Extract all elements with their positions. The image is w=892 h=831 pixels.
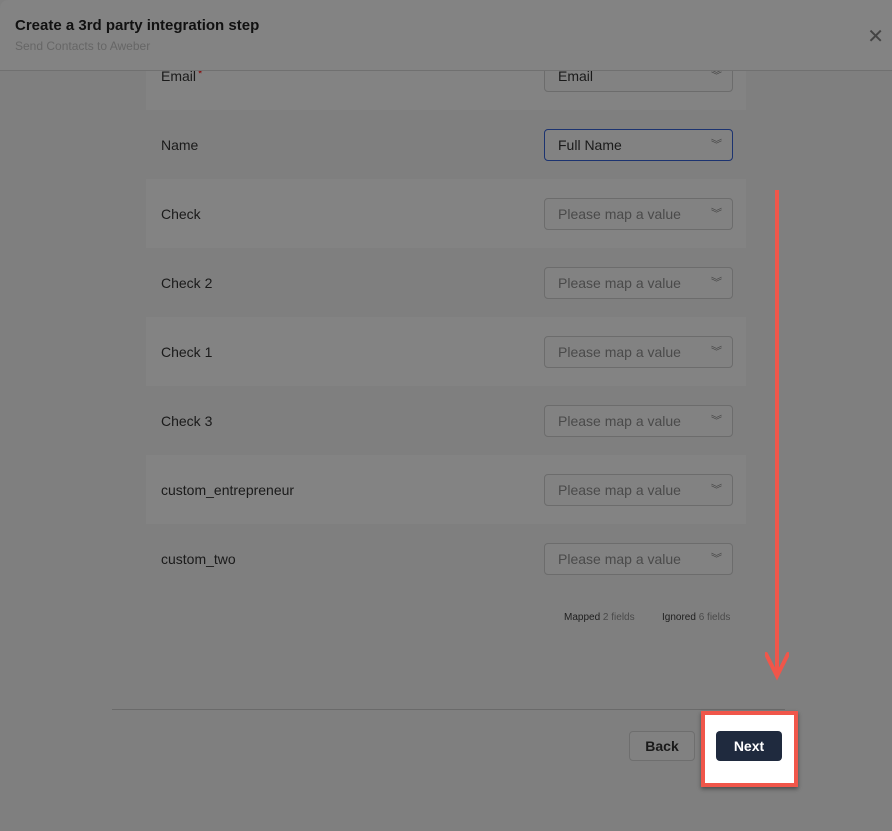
- field-label: Check 2: [161, 275, 212, 291]
- field-label-text: Check 1: [161, 343, 213, 360]
- select-value: Please map a value: [558, 481, 681, 498]
- field-mapping-row: custom_two Please map a value ︾: [146, 524, 746, 593]
- field-mapping-row: custom_entrepreneur Please map a value ︾: [146, 455, 746, 524]
- field-label-text: custom_two: [161, 550, 236, 567]
- field-label: custom_entrepreneur: [161, 482, 294, 498]
- select-value: Please map a value: [558, 343, 681, 360]
- chevron-down-icon: ︾: [711, 138, 722, 151]
- chevron-down-icon: ︾: [711, 345, 722, 358]
- field-mapping-row: Check 1 Please map a value ︾: [146, 317, 746, 386]
- close-icon[interactable]: ✕: [867, 24, 884, 49]
- field-mapping-row: Name Full Name ︾: [146, 110, 746, 179]
- field-mapping-row: Check 2 Please map a value ︾: [146, 248, 746, 317]
- field-label-text: Name: [161, 136, 199, 153]
- select-value: Please map a value: [558, 550, 681, 567]
- field-label: Name: [161, 137, 198, 153]
- select-value: Full Name: [558, 136, 622, 153]
- select-value: Please map a value: [558, 274, 681, 291]
- next-button[interactable]: Next: [716, 731, 782, 761]
- chevron-down-icon: ︾: [711, 276, 722, 289]
- field-value-select[interactable]: Please map a value ︾: [544, 197, 733, 230]
- chevron-down-icon: ︾: [711, 483, 722, 496]
- field-label: custom_two: [161, 551, 236, 567]
- field-value-select[interactable]: Full Name ︾: [544, 128, 733, 161]
- modal-subtitle: Send Contacts to Aweber: [15, 39, 151, 53]
- mapped-count: Mapped 2 fields: [564, 612, 635, 623]
- field-label: Check 3: [161, 413, 212, 429]
- ignored-count: Ignored 6 fields: [662, 612, 730, 623]
- field-value-select[interactable]: Please map a value ︾: [544, 473, 733, 506]
- field-label: Check: [161, 206, 201, 222]
- field-mapping-row: Check 3 Please map a value ︾: [146, 386, 746, 455]
- field-label: Check 1: [161, 344, 212, 360]
- field-label-text: Check 2: [161, 274, 213, 291]
- field-label-text: Check: [161, 205, 201, 222]
- field-label-text: Check 3: [161, 412, 213, 429]
- modal-title: Create a 3rd party integration step: [15, 17, 260, 34]
- footer-divider: [112, 709, 785, 710]
- ignored-value: 6 fields: [698, 612, 731, 623]
- mapped-label: Mapped: [564, 612, 601, 623]
- modal-header: Create a 3rd party integration step Send…: [0, 0, 892, 71]
- chevron-down-icon: ︾: [711, 414, 722, 427]
- field-mapping-row: Check Please map a value ︾: [146, 179, 746, 248]
- field-value-select[interactable]: Please map a value ︾: [544, 335, 733, 368]
- annotation-arrow-icon: [765, 190, 789, 681]
- ignored-label: Ignored: [662, 612, 696, 623]
- chevron-down-icon: ︾: [711, 552, 722, 565]
- mapped-value: 2 fields: [602, 612, 635, 623]
- field-value-select[interactable]: Please map a value ︾: [544, 266, 733, 299]
- field-value-select[interactable]: Please map a value ︾: [544, 404, 733, 437]
- select-value: Please map a value: [558, 412, 681, 429]
- field-label-text: custom_entrepreneur: [161, 481, 295, 498]
- select-value: Please map a value: [558, 205, 681, 222]
- back-button[interactable]: Back: [629, 731, 695, 761]
- field-value-select[interactable]: Please map a value ︾: [544, 542, 733, 575]
- chevron-down-icon: ︾: [711, 207, 722, 220]
